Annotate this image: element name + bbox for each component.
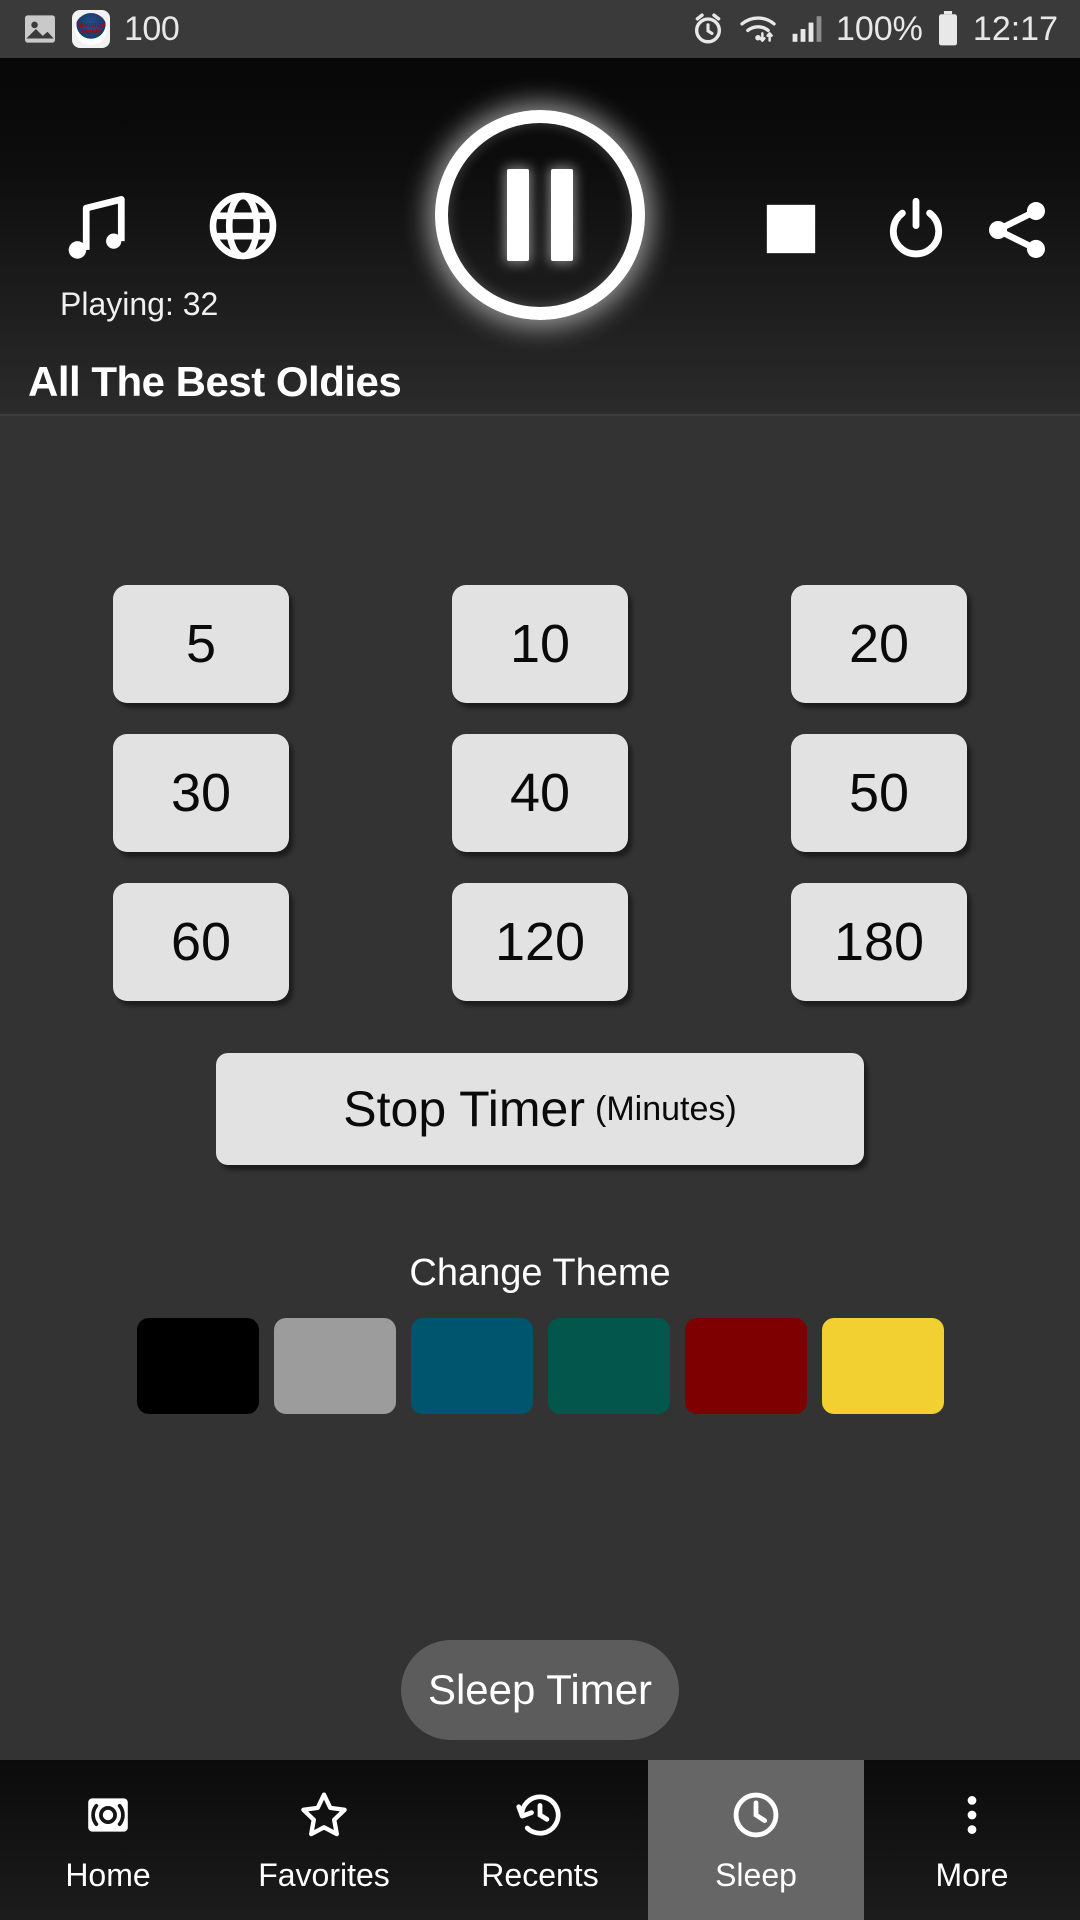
timer-option-button[interactable]: 60 [113, 883, 289, 1001]
pause-button-circle [435, 110, 645, 320]
music-note-icon[interactable] [55, 188, 135, 268]
nav-label-more: More [935, 1856, 1009, 1893]
timer-option-button[interactable]: 40 [452, 734, 628, 852]
playing-count-label: Playing: 32 [60, 286, 219, 322]
battery-icon [935, 11, 961, 47]
change-theme-title: Change Theme [409, 1252, 671, 1294]
nav-item-more[interactable]: More [864, 1760, 1080, 1920]
bottom-navigation-bar: Home Favorites Recents Sleep More [0, 1760, 1080, 1920]
theme-swatch-yellow[interactable] [821, 1318, 944, 1414]
theme-swatch-green[interactable] [547, 1318, 670, 1414]
nav-item-home[interactable]: Home [0, 1760, 216, 1920]
status-bar: Nonstop Music 100 100% 12:17 [0, 0, 1080, 58]
alarm-clock-icon [690, 11, 726, 47]
timer-option-button[interactable]: 120 [452, 883, 628, 1001]
timer-row-3: 60 120 180 [0, 883, 1080, 1001]
radio-icon [80, 1787, 136, 1843]
nav-label-home: Home [65, 1856, 151, 1893]
nav-item-sleep[interactable]: Sleep [648, 1760, 864, 1920]
clock-time-label: 12:17 [972, 9, 1058, 48]
theme-swatch-row [0, 1318, 1080, 1414]
nav-item-recents[interactable]: Recents [432, 1760, 648, 1920]
share-button[interactable] [980, 193, 1054, 267]
nonstop-music-app-icon: Nonstop Music [72, 10, 110, 48]
battery-percent-label: 100% [835, 9, 923, 48]
header-divider [0, 414, 1080, 416]
player-controls-row: Playing: 32 [0, 58, 1080, 322]
notification-count: 100 [124, 9, 180, 48]
globe-icon[interactable] [205, 188, 281, 264]
status-bar-right: 100% 12:17 [690, 10, 1058, 49]
power-button[interactable] [880, 193, 952, 265]
cellular-signal-icon [790, 13, 824, 45]
timer-option-button[interactable]: 20 [791, 585, 967, 703]
nav-label-recents: Recents [481, 1856, 599, 1893]
timer-option-button[interactable]: 5 [113, 585, 289, 703]
history-clock-icon [512, 1787, 568, 1843]
sleep-timer-options-grid: 5 10 20 30 40 50 60 120 180 [0, 585, 1080, 1032]
timer-row-2: 30 40 50 [0, 734, 1080, 852]
theme-swatch-red[interactable] [684, 1318, 807, 1414]
station-title: All The Best Oldies [28, 358, 402, 405]
app-screen: Nonstop Music 100 100% 12:17 Playing: 32… [0, 0, 1080, 1920]
stop-timer-units-label: (Minutes) [595, 1089, 737, 1128]
status-bar-left: Nonstop Music 100 [22, 9, 180, 49]
stop-button[interactable] [760, 198, 822, 260]
stop-timer-button[interactable]: Stop Timer (Minutes) [216, 1053, 864, 1165]
nav-label-favorites: Favorites [258, 1856, 390, 1893]
timer-option-button[interactable]: 180 [791, 883, 967, 1001]
image-icon [22, 11, 58, 47]
timer-option-button[interactable]: 30 [113, 734, 289, 852]
star-icon [296, 1787, 352, 1843]
timer-row-1: 5 10 20 [0, 585, 1080, 703]
clock-icon [728, 1787, 784, 1843]
pause-button[interactable] [435, 110, 645, 320]
nav-label-sleep: Sleep [715, 1856, 797, 1893]
timer-option-button[interactable]: 10 [452, 585, 628, 703]
stop-timer-label: Stop Timer [343, 1081, 586, 1137]
timer-option-button[interactable]: 50 [791, 734, 967, 852]
wifi-icon [738, 12, 778, 46]
theme-swatch-blue[interactable] [410, 1318, 533, 1414]
theme-swatch-gray[interactable] [273, 1318, 396, 1414]
nav-item-favorites[interactable]: Favorites [216, 1760, 432, 1920]
player-header: Playing: 32 All The Best Oldies [0, 58, 1080, 415]
more-vertical-icon [944, 1787, 1000, 1843]
theme-swatch-black[interactable] [136, 1318, 259, 1414]
pause-bar-left [507, 169, 529, 261]
pause-bar-right [551, 169, 573, 261]
sleep-timer-button[interactable]: Sleep Timer [401, 1640, 679, 1740]
